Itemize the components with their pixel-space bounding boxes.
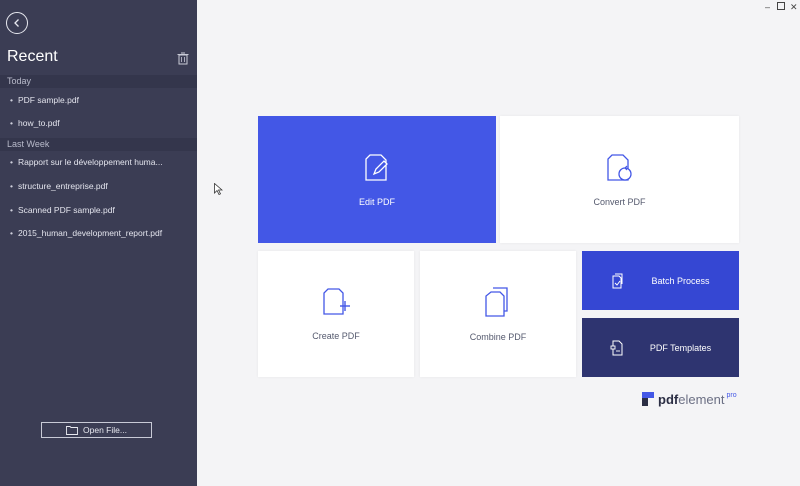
section-label-last-week: Last Week xyxy=(0,138,197,151)
close-icon[interactable]: ✕ xyxy=(790,2,798,13)
create-pdf-label: Create PDF xyxy=(312,331,360,341)
recent-title: Recent xyxy=(7,48,58,65)
pdfelement-logo-icon xyxy=(642,392,654,406)
mouse-cursor-icon xyxy=(214,183,223,195)
convert-pdf-icon xyxy=(606,153,632,181)
batch-process-tile[interactable]: Batch Process xyxy=(582,251,739,310)
logo-element-text: element xyxy=(678,392,725,407)
maximize-icon[interactable] xyxy=(777,2,785,12)
edit-pdf-label: Edit PDF xyxy=(358,196,395,207)
combine-pdf-label: Combine PDF xyxy=(469,332,527,342)
pdf-templates-tile[interactable]: PDF Templates xyxy=(582,318,739,377)
logo-pro-text: pro xyxy=(726,392,737,399)
open-file-button[interactable]: Open File... xyxy=(41,422,152,438)
recent-file-item[interactable]: 2015_human_development_report.pdf xyxy=(10,228,162,238)
sidebar: Recent Today PDF sample.pdf how_to.pdf L… xyxy=(0,0,197,486)
back-button[interactable] xyxy=(6,12,28,34)
batch-process-icon xyxy=(612,273,623,288)
recent-file-item[interactable]: how_to.pdf xyxy=(10,118,60,128)
create-pdf-tile[interactable]: Create PDF xyxy=(258,251,414,377)
recent-file-item[interactable]: Rapport sur le développement huma... xyxy=(10,157,163,167)
batch-process-label: Batch Process xyxy=(651,275,710,286)
folder-icon xyxy=(66,426,78,435)
chevron-left-icon xyxy=(14,19,19,27)
pdf-templates-label: PDF Templates xyxy=(649,342,712,353)
create-pdf-icon xyxy=(323,288,350,315)
minimize-icon[interactable]: – xyxy=(765,2,770,12)
combine-pdf-icon xyxy=(485,287,508,317)
recent-file-item[interactable]: structure_entreprise.pdf xyxy=(10,181,108,191)
pdfelement-logo: pdf element pro xyxy=(642,392,737,407)
section-label-today: Today xyxy=(0,75,197,88)
open-file-label: Open File... xyxy=(83,425,127,435)
edit-pdf-icon xyxy=(365,153,388,181)
convert-pdf-tile[interactable]: Convert PDF xyxy=(500,116,739,243)
recent-file-item[interactable]: PDF sample.pdf xyxy=(10,95,79,105)
edit-pdf-tile[interactable]: Edit PDF xyxy=(258,116,496,243)
convert-pdf-label: Convert PDF xyxy=(593,196,646,207)
pdf-templates-icon xyxy=(610,340,623,355)
combine-pdf-tile[interactable]: Combine PDF xyxy=(420,251,576,377)
logo-pdf-text: pdf xyxy=(658,392,679,407)
recent-file-item[interactable]: Scanned PDF sample.pdf xyxy=(10,205,115,215)
trash-icon[interactable] xyxy=(177,52,189,65)
